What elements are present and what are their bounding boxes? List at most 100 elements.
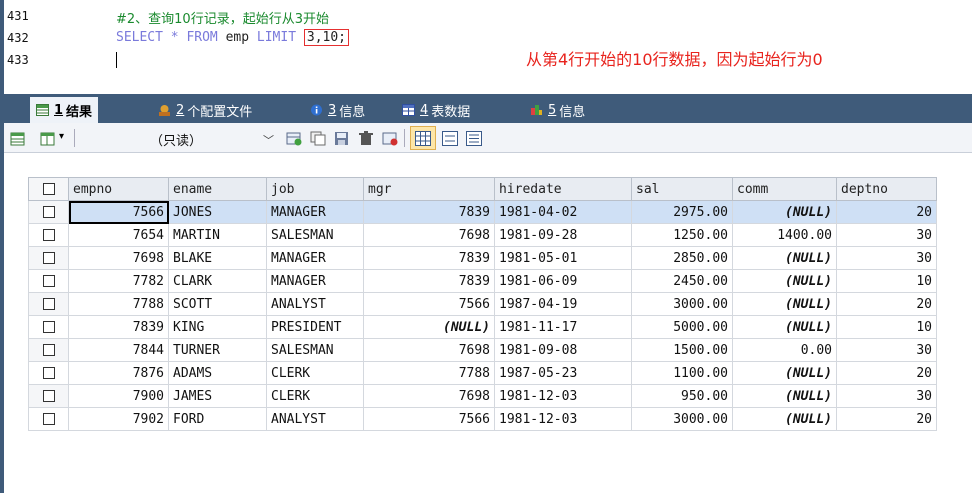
column-header-hiredate[interactable]: hiredate [494,177,632,201]
cell-ename[interactable]: TURNER [168,338,267,362]
cell-hiredate[interactable]: 1981-12-03 [494,384,632,408]
tab-profiles[interactable]: 2 个配置文件 [152,97,258,123]
table-row[interactable]: 7900 JAMES CLERK 7698 1981-12-03 950.00 (NULL)… [28,384,937,408]
column-header-job[interactable]: job [266,177,364,201]
sql-editor[interactable]: 431 432 433 #2、查询10行记录，起始行从3开始 SELECT * … [4,0,972,94]
cell-sal[interactable]: 5000.00 [631,315,733,339]
cell-sal[interactable]: 2450.00 [631,269,733,293]
cancel-changes-icon[interactable] [382,131,398,146]
cell-ename[interactable]: SCOTT [168,292,267,316]
cell-ename[interactable]: JAMES [168,384,267,408]
cell-hiredate[interactable]: 1987-04-19 [494,292,632,316]
cell-empno[interactable]: 7902 [68,407,169,431]
form-view-icon[interactable] [442,131,458,146]
row-checkbox[interactable] [28,292,69,316]
cell-ename[interactable]: FORD [168,407,267,431]
row-checkbox[interactable] [28,361,69,385]
cell-sal[interactable]: 2850.00 [631,246,733,270]
cell-deptno[interactable]: 10 [836,315,937,339]
cell-ename[interactable]: CLARK [168,269,267,293]
cell-hiredate[interactable]: 1981-09-28 [494,223,632,247]
column-header-comm[interactable]: comm [732,177,837,201]
cell-comm[interactable]: (NULL) [732,315,837,339]
cell-deptno[interactable]: 20 [836,200,937,224]
cell-sal[interactable]: 950.00 [631,384,733,408]
save-icon[interactable] [334,131,350,146]
row-checkbox[interactable] [28,338,69,362]
table-row[interactable]: 7698 BLAKE MANAGER 7839 1981-05-01 2850.00 (NU… [28,246,937,270]
cell-sal[interactable]: 1500.00 [631,338,733,362]
select-all-checkbox[interactable] [28,177,69,201]
row-checkbox[interactable] [28,223,69,247]
cell-hiredate[interactable]: 1981-06-09 [494,269,632,293]
cell-mgr[interactable]: 7839 [363,246,495,270]
cell-mgr[interactable]: 7839 [363,269,495,293]
row-checkbox[interactable] [28,269,69,293]
cell-job[interactable]: MANAGER [266,246,364,270]
cell-empno[interactable]: 7900 [68,384,169,408]
table-row[interactable]: 7654 MARTIN SALESMAN 7698 1981-09-28 1250.00 1… [28,223,937,247]
cell-deptno[interactable]: 30 [836,338,937,362]
cell-comm[interactable]: (NULL) [732,384,837,408]
cell-ename[interactable]: JONES [168,200,267,224]
cell-hiredate[interactable]: 1981-05-01 [494,246,632,270]
cell-deptno[interactable]: 30 [836,246,937,270]
column-header-ename[interactable]: ename [168,177,267,201]
cell-job[interactable]: ANALYST [266,407,364,431]
cell-empno[interactable]: 7788 [68,292,169,316]
cell-mgr[interactable]: 7566 [363,407,495,431]
cell-comm[interactable]: (NULL) [732,246,837,270]
cell-mgr[interactable]: 7839 [363,200,495,224]
column-header-deptno[interactable]: deptno [836,177,937,201]
tab-results[interactable]: 1 结果 [30,97,99,123]
tab-info-2[interactable]: 5 信息 [524,97,591,123]
column-header-empno[interactable]: empno [68,177,169,201]
cell-ename[interactable]: KING [168,315,267,339]
cell-job[interactable]: SALESMAN [266,338,364,362]
cell-sal[interactable]: 3000.00 [631,292,733,316]
table-row[interactable]: 7844 TURNER SALESMAN 7698 1981-09-08 1500.00 0… [28,338,937,362]
row-checkbox[interactable] [28,200,69,224]
row-checkbox[interactable] [28,384,69,408]
cell-job[interactable]: MANAGER [266,269,364,293]
cell-comm[interactable]: (NULL) [732,269,837,293]
cell-comm[interactable]: (NULL) [732,407,837,431]
cell-sal[interactable]: 1100.00 [631,361,733,385]
text-view-icon[interactable] [466,131,482,146]
cell-job[interactable]: SALESMAN [266,223,364,247]
cell-mgr[interactable]: 7698 [363,223,495,247]
export-icon[interactable] [10,131,26,146]
cell-comm[interactable]: 1400.00 [732,223,837,247]
cell-comm[interactable]: (NULL) [732,361,837,385]
cell-mgr[interactable]: (NULL) [363,315,495,339]
cell-deptno[interactable]: 10 [836,269,937,293]
import-icon[interactable] [40,131,56,146]
cell-empno[interactable]: 7654 [68,223,169,247]
cell-hiredate[interactable]: 1981-04-02 [494,200,632,224]
cell-empno[interactable]: 7839 [68,315,169,339]
table-row[interactable]: 7902 FORD ANALYST 7566 1981-12-03 3000.00 (NUL… [28,407,937,431]
cell-mgr[interactable]: 7566 [363,292,495,316]
cell-job[interactable]: ANALYST [266,292,364,316]
cell-empno[interactable]: 7698 [68,246,169,270]
cell-hiredate[interactable]: 1981-11-17 [494,315,632,339]
cell-deptno[interactable]: 20 [836,407,937,431]
row-checkbox[interactable] [28,407,69,431]
table-row[interactable]: 7782 CLARK MANAGER 7839 1981-06-09 2450.00 (NU… [28,269,937,293]
cell-comm[interactable]: (NULL) [732,200,837,224]
tab-table-data[interactable]: 4 表数据 [396,97,476,123]
cell-sal[interactable]: 1250.00 [631,223,733,247]
cell-deptno[interactable]: 20 [836,361,937,385]
cell-job[interactable]: MANAGER [266,200,364,224]
cell-ename[interactable]: BLAKE [168,246,267,270]
row-checkbox[interactable] [28,246,69,270]
cell-mgr[interactable]: 7788 [363,361,495,385]
cell-job[interactable]: PRESIDENT [266,315,364,339]
column-header-sal[interactable]: sal [631,177,733,201]
cell-sal[interactable]: 2975.00 [631,200,733,224]
table-row[interactable]: 7788 SCOTT ANALYST 7566 1987-04-19 3000.00 (NU… [28,292,937,316]
cell-job[interactable]: CLERK [266,361,364,385]
cell-ename[interactable]: ADAMS [168,361,267,385]
add-row-icon[interactable] [286,131,302,146]
dropdown-arrow-icon[interactable]: ▾ [59,131,75,146]
